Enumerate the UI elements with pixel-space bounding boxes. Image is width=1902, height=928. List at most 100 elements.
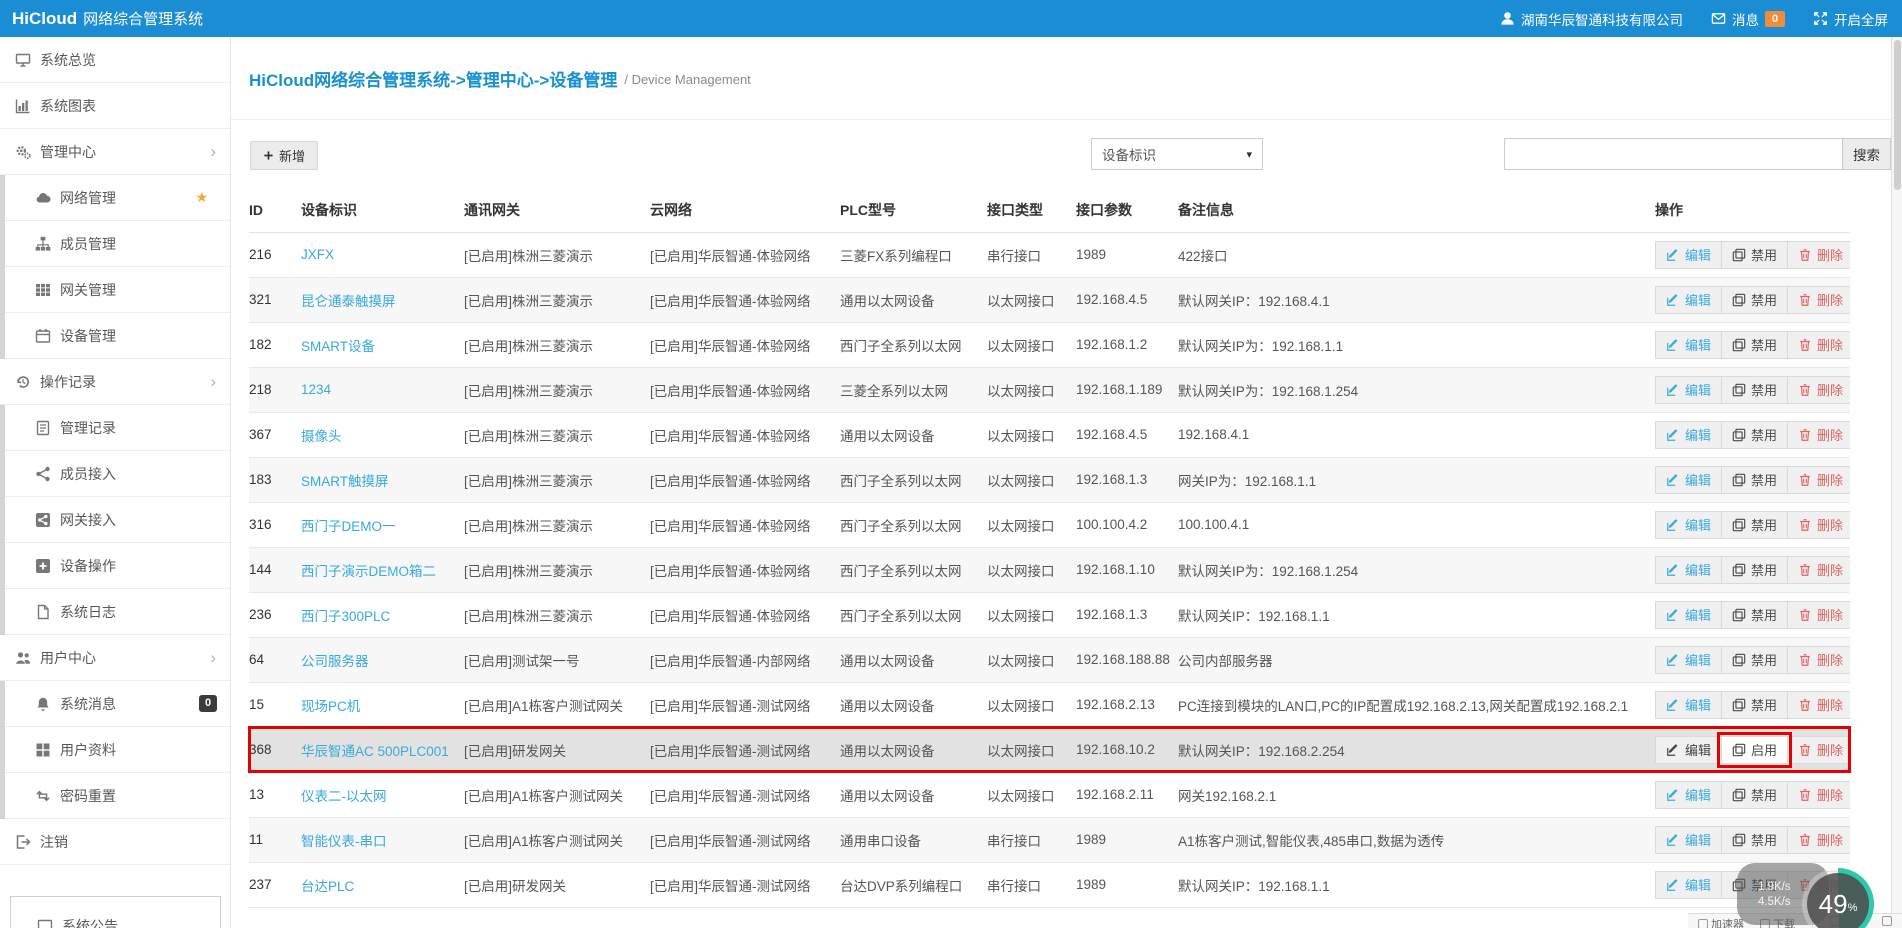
sidebar-item-network-management[interactable]: 网络管理 ★ [5, 175, 230, 221]
delete-button[interactable]: 删除 [1787, 511, 1850, 539]
delete-button[interactable]: 删除 [1787, 736, 1850, 764]
sidebar-item-system-charts[interactable]: 系统图表 [0, 83, 230, 129]
sidebar-item-user-profile[interactable]: 用户资料 [5, 727, 230, 773]
delete-button[interactable]: 删除 [1787, 376, 1850, 404]
edit-button[interactable]: 编辑 [1655, 466, 1722, 494]
sidebar-item-operation-records[interactable]: 操作记录 › [0, 359, 230, 405]
sidebar-item-device-management[interactable]: 设备管理 [5, 313, 230, 359]
delete-button[interactable]: 删除 [1787, 781, 1850, 809]
trash-icon [1798, 428, 1812, 442]
toggle-enable-button[interactable]: 禁用 [1721, 601, 1788, 629]
edit-button[interactable]: 编辑 [1655, 286, 1722, 314]
delete-button[interactable]: 删除 [1787, 826, 1850, 854]
toggle-enable-button[interactable]: 禁用 [1721, 286, 1788, 314]
delete-button[interactable]: 删除 [1787, 331, 1850, 359]
fullscreen-button[interactable]: 开启全屏 [1813, 9, 1888, 29]
toggle-enable-button[interactable]: 启用 [1721, 736, 1788, 764]
edit-button[interactable]: 编辑 [1655, 646, 1722, 674]
company-menu[interactable]: 湖南华辰智通科技有限公司 [1500, 9, 1683, 29]
strip-tool-icon[interactable] [1882, 916, 1892, 926]
device-link[interactable]: 仪表二-以太网 [301, 789, 387, 804]
sidebar-item-system-announcement[interactable]: 系统公告 [10, 896, 221, 928]
device-link[interactable]: 智能仪表-串口 [301, 834, 387, 849]
toggle-enable-button[interactable]: 禁用 [1721, 646, 1788, 674]
table-row: 182 SMART设备 [已启用]株洲三菱演示 [已启用]华辰智通-体验网络 西… [249, 322, 1850, 367]
sidebar-item-member-access[interactable]: 成员接入 [5, 451, 230, 497]
edit-button[interactable]: 编辑 [1655, 241, 1722, 269]
device-link[interactable]: 西门子演示DEMO箱二 [301, 564, 436, 579]
edit-button[interactable]: 编辑 [1655, 376, 1722, 404]
delete-button[interactable]: 删除 [1787, 691, 1850, 719]
edit-button[interactable]: 编辑 [1655, 331, 1722, 359]
device-link[interactable]: 华辰智通AC 500PLC001 [301, 744, 449, 759]
sidebar-item-management-records[interactable]: 管理记录 [5, 405, 230, 451]
delete-button[interactable]: 删除 [1787, 466, 1850, 494]
device-link[interactable]: JXFX [301, 247, 334, 262]
toggle-enable-button[interactable]: 禁用 [1721, 241, 1788, 269]
delete-button[interactable]: 删除 [1787, 646, 1850, 674]
edit-button[interactable]: 编辑 [1655, 691, 1722, 719]
toggle-enable-button[interactable]: 禁用 [1721, 556, 1788, 584]
sidebar-item-gateway-access[interactable]: 网关接入 [5, 497, 230, 543]
sidebar-item-device-operations[interactable]: 设备操作 [5, 543, 230, 589]
edit-button[interactable]: 编辑 [1655, 871, 1722, 899]
vertical-scrollbar[interactable] [1891, 37, 1902, 928]
edit-button[interactable]: 编辑 [1655, 736, 1722, 764]
device-link[interactable]: 现场PC机 [301, 699, 360, 714]
delete-button[interactable]: 删除 [1787, 556, 1850, 584]
cell-gateway: [已启用]株洲三菱演示 [464, 502, 650, 547]
search-button[interactable]: 搜索 [1842, 139, 1890, 169]
edit-button[interactable]: 编辑 [1655, 826, 1722, 854]
sidebar-item-management-center[interactable]: 管理中心 › [0, 129, 230, 175]
edit-button[interactable]: 编辑 [1655, 556, 1722, 584]
delete-button[interactable]: 删除 [1787, 241, 1850, 269]
column-header-interface-param: 接口参数 [1076, 188, 1178, 232]
toggle-enable-button[interactable]: 禁用 [1721, 421, 1788, 449]
toggle-enable-button[interactable]: 禁用 [1721, 511, 1788, 539]
sidebar-item-gateway-management[interactable]: 网关管理 [5, 267, 230, 313]
sidebar-item-user-center[interactable]: 用户中心 › [0, 635, 230, 681]
sidebar-item-member-management[interactable]: 成员管理 [5, 221, 230, 267]
device-link[interactable]: SMART设备 [301, 339, 375, 354]
sidebar-item-password-reset[interactable]: 密码重置 [5, 773, 230, 819]
toggle-enable-button[interactable]: 禁用 [1721, 466, 1788, 494]
edit-button[interactable]: 编辑 [1655, 781, 1722, 809]
accelerator-item[interactable]: 加速器 [1698, 916, 1744, 928]
chevron-right-icon: › [210, 649, 216, 666]
edit-button[interactable]: 编辑 [1655, 511, 1722, 539]
edit-button[interactable]: 编辑 [1655, 601, 1722, 629]
delete-button[interactable]: 删除 [1787, 601, 1850, 629]
device-link[interactable]: SMART触摸屏 [301, 474, 389, 489]
cell-gateway: [已启用]株洲三菱演示 [464, 592, 650, 637]
device-link[interactable]: 昆仑通泰触摸屏 [301, 294, 396, 309]
delete-button[interactable]: 删除 [1787, 421, 1850, 449]
messages-menu[interactable]: 消息 0 [1711, 9, 1785, 29]
delete-button[interactable]: 删除 [1787, 286, 1850, 314]
cell-id: 316 [249, 502, 301, 547]
toggle-enable-button[interactable]: 禁用 [1721, 781, 1788, 809]
toggle-enable-button[interactable]: 禁用 [1721, 691, 1788, 719]
sidebar-item-system-overview[interactable]: 系统总览 [0, 37, 230, 83]
brand-suffix: 网络综合管理系统 [83, 8, 203, 29]
device-link[interactable]: 台达PLC [301, 879, 354, 894]
device-link[interactable]: 西门子300PLC [301, 609, 390, 624]
sidebar-item-system-logs[interactable]: 系统日志 [5, 589, 230, 635]
device-link[interactable]: 公司服务器 [301, 654, 369, 669]
add-device-button[interactable]: 新增 [250, 141, 318, 170]
table-row: 64 公司服务器 [已启用]测试架一号 [已启用]华辰智通-内部网络 通用以太网… [249, 637, 1850, 682]
toggle-enable-button[interactable]: 禁用 [1721, 826, 1788, 854]
device-link[interactable]: 1234 [301, 382, 331, 397]
filter-field-select[interactable]: 设备标识 ▾ [1091, 138, 1263, 170]
fullscreen-label: 开启全屏 [1834, 9, 1888, 29]
sidebar-item-logout[interactable]: 注销 [0, 819, 230, 865]
search-input[interactable] [1505, 139, 1842, 169]
cell-actions: 编辑 禁用 删除 [1655, 457, 1850, 502]
sidebar-item-system-messages[interactable]: 系统消息 0 [5, 681, 230, 727]
edit-button[interactable]: 编辑 [1655, 421, 1722, 449]
toggle-enable-button[interactable]: 禁用 [1721, 376, 1788, 404]
accelerator-icon [1698, 919, 1708, 928]
toggle-enable-button[interactable]: 禁用 [1721, 331, 1788, 359]
device-link[interactable]: 摄像头 [301, 429, 342, 444]
scrollbar-thumb[interactable] [1894, 40, 1901, 190]
device-link[interactable]: 西门子DEMO一 [301, 519, 396, 534]
